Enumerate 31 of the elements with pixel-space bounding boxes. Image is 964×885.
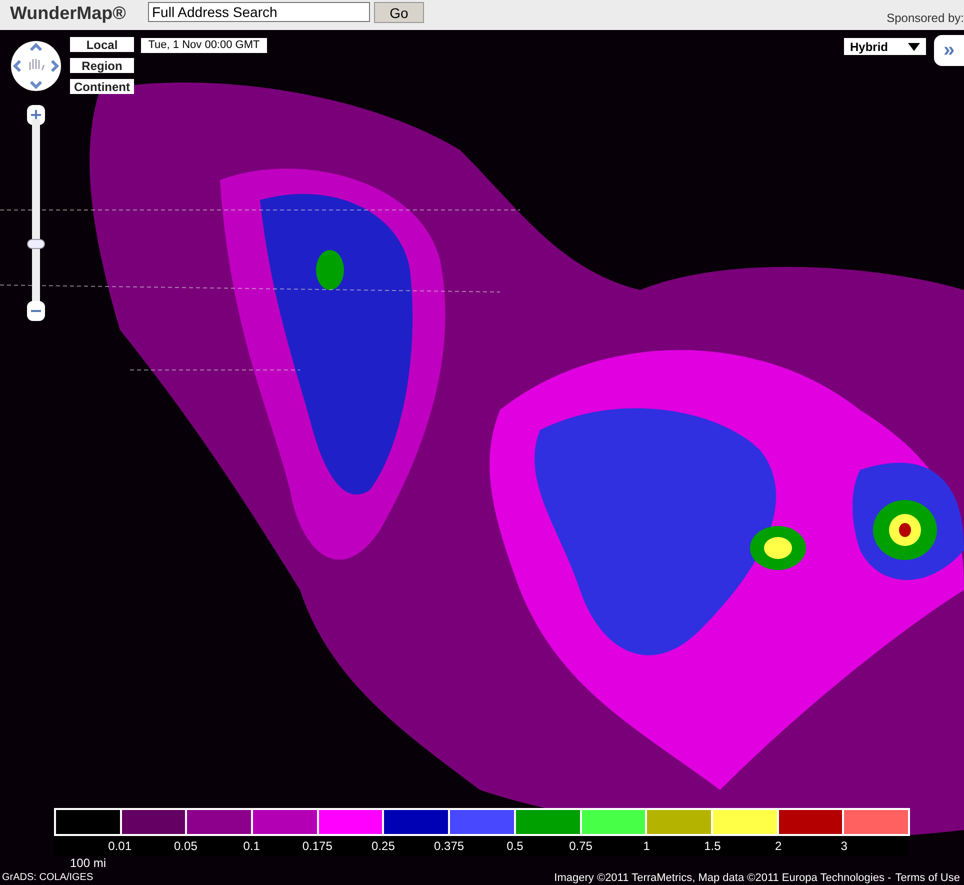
view-button[interactable]: Region (70, 58, 134, 73)
map-type-dropdown[interactable]: Hybrid (844, 38, 926, 55)
legend-value: 3 (840, 838, 848, 855)
legend-value: 0.05 (174, 838, 198, 855)
go-button[interactable]: Go (374, 2, 424, 23)
view-button[interactable]: Continent (70, 79, 134, 94)
panel-toggle-button[interactable]: » (934, 35, 964, 66)
data-credit: GrADS: COLA/IGES (2, 872, 94, 883)
view-button[interactable]: Local (70, 37, 134, 52)
legend-value: 0.25 (372, 838, 395, 855)
address-search-field[interactable]: Full Address Search (148, 2, 370, 22)
sponsor-label: Sponsored by: (886, 11, 964, 25)
legend-value: 0.01 (108, 838, 132, 855)
legend-value: 1 (643, 838, 650, 855)
legend-value: 0.375 (434, 838, 464, 855)
app-title: WunderMap® (10, 3, 127, 24)
pan-control-icon[interactable] (10, 40, 62, 92)
zoom-in-icon[interactable] (27, 105, 45, 125)
map-attribution: Imagery ©2011 TerraMetrics, Map data ©2011 Europa Technologies - (554, 872, 892, 884)
map-scale-label: 100 mi (70, 856, 106, 870)
legend-value: 0.1 (243, 838, 260, 855)
legend-value: 1.5 (704, 838, 721, 855)
legend-value: 0.5 (506, 838, 524, 855)
terms-of-use-link[interactable]: Terms of Use (895, 872, 960, 884)
forecast-timestamp: Tue, 1 Nov 00:00 GMT (141, 38, 267, 53)
caret-icon (908, 42, 920, 50)
legend-value: 0.175 (302, 838, 332, 855)
zoom-out-icon[interactable] (27, 301, 45, 321)
legend-value: 0.75 (569, 838, 592, 855)
zoom-slider-thumb[interactable] (27, 239, 45, 250)
legend-value: 2 (774, 838, 782, 855)
